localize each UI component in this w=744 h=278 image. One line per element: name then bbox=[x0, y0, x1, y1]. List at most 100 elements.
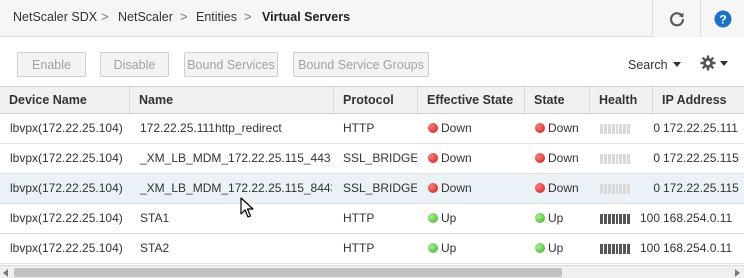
effective-state-label: Down bbox=[441, 151, 472, 165]
table-row[interactable]: lbvpx(172.22.25.104) STA2 HTTP Up Up 100 168.2… bbox=[0, 234, 744, 264]
status-up-icon bbox=[535, 213, 545, 223]
cell-state: Down bbox=[535, 144, 589, 174]
scrollbar-thumb[interactable] bbox=[14, 268, 562, 277]
state-label: Up bbox=[548, 241, 564, 255]
status-down-icon bbox=[535, 123, 545, 133]
cell-device-name: lbvpx(172.22.25.104) bbox=[10, 181, 123, 195]
cell-device-name: lbvpx(172.22.25.104) bbox=[10, 241, 123, 255]
health-bar-segment bbox=[615, 124, 619, 134]
scroll-right-icon[interactable] bbox=[735, 269, 740, 277]
health-bar-segment bbox=[615, 244, 619, 254]
horizontal-scrollbar[interactable] bbox=[0, 265, 744, 278]
cell-name[interactable]: STA2 bbox=[140, 234, 332, 264]
cell-protocol: SSL_BRIDGE bbox=[343, 181, 417, 195]
table-row[interactable]: lbvpx(172.22.25.104) _XM_LB_MDM_172.22.25… bbox=[0, 174, 744, 204]
health-bar-segment bbox=[611, 184, 615, 194]
column-header-name[interactable]: Name bbox=[130, 87, 334, 114]
health-bar-segment bbox=[603, 244, 607, 254]
cell-health-value: 100 bbox=[639, 241, 660, 255]
bound-services-button[interactable]: Bound Services bbox=[184, 52, 278, 77]
health-bar-segment bbox=[619, 124, 623, 134]
breadcrumb-separator: > bbox=[101, 9, 109, 24]
health-bar-segment bbox=[615, 154, 619, 164]
column-header-effective-state[interactable]: Effective State bbox=[418, 87, 525, 114]
health-bar-segment bbox=[600, 124, 603, 134]
cell-health-value: 0 bbox=[653, 151, 660, 165]
cell-state: Down bbox=[535, 174, 589, 204]
health-bar bbox=[600, 214, 630, 224]
status-up-icon bbox=[535, 243, 545, 253]
health-bar bbox=[600, 244, 630, 254]
effective-state-label: Up bbox=[441, 241, 457, 255]
help-button[interactable]: ? bbox=[700, 0, 744, 37]
cell-state: Down bbox=[535, 114, 589, 144]
health-bar-segment bbox=[619, 154, 623, 164]
breadcrumb-netscaler-sdx[interactable]: NetScaler SDX bbox=[13, 10, 97, 24]
cell-ip-address: 172.22.25.115 bbox=[663, 181, 739, 195]
effective-state-label: Down bbox=[441, 121, 472, 135]
health-bar-segment bbox=[623, 154, 627, 164]
page-title: Virtual Servers bbox=[262, 10, 351, 24]
health-bar-segment bbox=[619, 214, 623, 224]
cell-protocol: HTTP bbox=[343, 241, 375, 255]
column-header-ip-address[interactable]: IP Address bbox=[653, 87, 744, 114]
column-header-state[interactable]: State bbox=[525, 87, 590, 114]
breadcrumb-bar: NetScaler SDX > NetScaler > Entities > V… bbox=[0, 0, 744, 37]
cell-protocol: HTTP bbox=[343, 121, 375, 135]
enable-button[interactable]: Enable bbox=[17, 52, 86, 77]
cell-effective-state: Down bbox=[428, 114, 524, 144]
column-header-health[interactable]: Health bbox=[590, 87, 653, 114]
refresh-button[interactable] bbox=[652, 0, 700, 37]
refresh-icon bbox=[669, 11, 684, 26]
health-bar-segment bbox=[627, 244, 630, 254]
breadcrumb-entities[interactable]: Entities bbox=[196, 10, 237, 24]
state-label: Down bbox=[548, 181, 579, 195]
health-bar-segment bbox=[607, 124, 611, 134]
status-down-icon bbox=[428, 183, 438, 193]
chevron-down-icon bbox=[720, 61, 728, 66]
search-dropdown[interactable]: Search bbox=[628, 58, 681, 72]
table-row[interactable]: lbvpx(172.22.25.104) 172.22.25.111http_re… bbox=[0, 114, 744, 144]
health-bar-segment bbox=[619, 244, 623, 254]
table-row[interactable]: lbvpx(172.22.25.104) _XM_LB_MDM_172.22.25… bbox=[0, 144, 744, 174]
table-header: Device Name Name Protocol Effective Stat… bbox=[0, 87, 744, 114]
column-header-device-name[interactable]: Device Name bbox=[0, 87, 130, 114]
health-bar-segment bbox=[611, 124, 615, 134]
breadcrumb-separator: > bbox=[180, 9, 188, 24]
bound-service-groups-button[interactable]: Bound Service Groups bbox=[293, 52, 429, 77]
health-bar-segment bbox=[600, 154, 603, 164]
cell-name[interactable]: _XM_LB_MDM_172.22.25.115_8443 bbox=[140, 174, 332, 204]
scroll-left-icon[interactable] bbox=[3, 269, 8, 277]
status-down-icon bbox=[428, 153, 438, 163]
health-bar-segment bbox=[603, 124, 607, 134]
health-bar bbox=[600, 154, 630, 164]
mouse-cursor-icon bbox=[240, 197, 254, 218]
cell-name[interactable]: STA1 bbox=[140, 204, 332, 234]
cell-state: Up bbox=[535, 204, 589, 234]
health-bar bbox=[600, 124, 630, 134]
status-down-icon bbox=[428, 123, 438, 133]
health-bar-segment bbox=[603, 214, 607, 224]
disable-button[interactable]: Disable bbox=[100, 52, 169, 77]
settings-dropdown[interactable] bbox=[700, 55, 728, 73]
breadcrumb-netscaler[interactable]: NetScaler bbox=[118, 10, 173, 24]
status-down-icon bbox=[535, 153, 545, 163]
health-bar-segment bbox=[607, 244, 611, 254]
cell-name[interactable]: _XM_LB_MDM_172.22.25.115_443 bbox=[140, 144, 332, 174]
column-header-protocol[interactable]: Protocol bbox=[334, 87, 418, 114]
cell-protocol: HTTP bbox=[343, 211, 375, 225]
help-icon: ? bbox=[714, 10, 731, 27]
cell-ip-address: 168.254.0.11 bbox=[663, 211, 733, 225]
cell-effective-state: Down bbox=[428, 144, 524, 174]
cell-effective-state: Up bbox=[428, 234, 524, 264]
health-bar-segment bbox=[603, 184, 607, 194]
health-bar-segment bbox=[623, 244, 627, 254]
table-row[interactable]: lbvpx(172.22.25.104) STA1 HTTP Up Up 100 168.2… bbox=[0, 204, 744, 234]
health-bar-segment bbox=[623, 214, 627, 224]
cell-effective-state: Down bbox=[428, 174, 524, 204]
cell-name[interactable]: 172.22.25.111http_redirect bbox=[140, 114, 332, 144]
health-bar-segment bbox=[611, 244, 615, 254]
state-label: Down bbox=[548, 121, 579, 135]
effective-state-label: Down bbox=[441, 181, 472, 195]
cell-protocol: SSL_BRIDGE bbox=[343, 151, 417, 165]
